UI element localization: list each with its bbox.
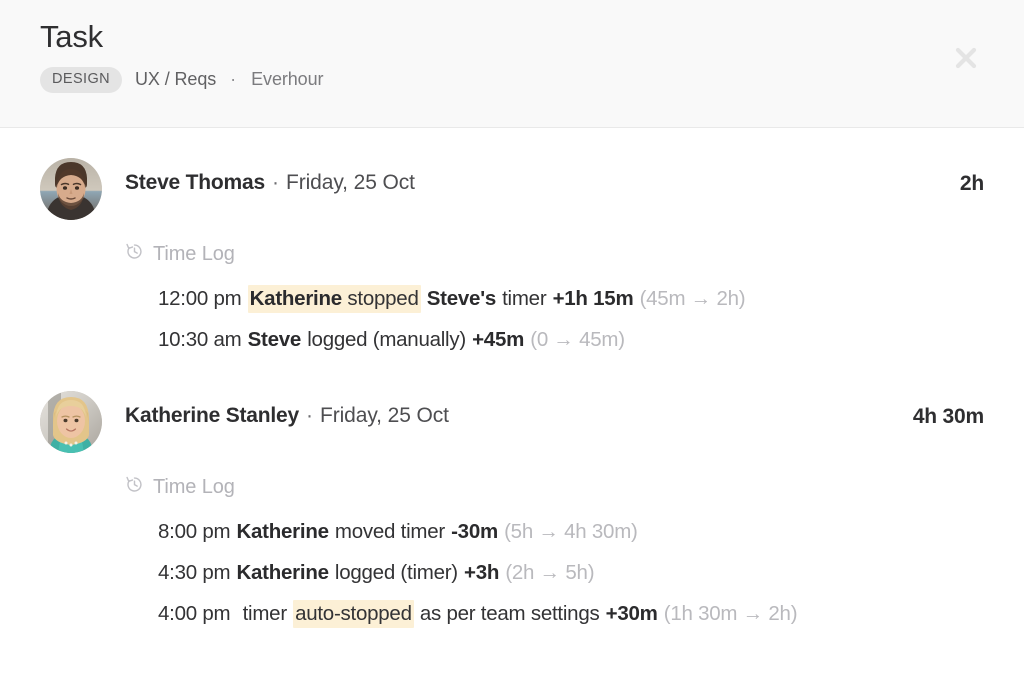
log-transition: (1h 30m → 2h) — [663, 602, 798, 625]
log-line: 8:00 pm Katherine moved timer -30m (5h → 4h … — [158, 511, 984, 552]
arrow-icon: → — [690, 287, 712, 310]
log-from: 2h — [511, 561, 535, 584]
person-line: Katherine Stanley · Friday, 25 Oct — [125, 404, 984, 427]
arrow-icon: → — [538, 520, 559, 543]
time-log-entry: Katherine Stanley · Friday, 25 Oct 4h 30m … — [40, 391, 984, 634]
log-highlight-actor: Katherine — [249, 287, 343, 310]
log-action: as per team settings — [419, 602, 600, 625]
page-title: Task — [40, 19, 103, 54]
time-log-list: Steve Thomas · Friday, 25 Oct 2h Time Log — [0, 128, 1024, 634]
avatar-steve-thomas[interactable] — [40, 158, 102, 220]
log-delta: +30m — [605, 602, 658, 625]
log-delta: +45m — [472, 328, 525, 351]
section-label-time-log: Time Log — [125, 242, 984, 266]
log-from: 45m — [646, 287, 686, 310]
log-actor: Steve — [247, 328, 302, 351]
log-delta: +3h — [464, 561, 500, 584]
entry-header: Katherine Stanley · Friday, 25 Oct 4h 30m — [40, 391, 984, 457]
log-from: 1h 30m — [670, 602, 738, 625]
entry-total-time: 2h — [959, 172, 984, 195]
log-time: 12:00 pm — [158, 287, 242, 310]
log-action: timer — [502, 287, 547, 310]
log-to: 2h — [716, 287, 739, 310]
modal-header: Task DESIGN UX / Reqs · Everhour — [0, 0, 1024, 128]
breadcrumb: DESIGN UX / Reqs · Everhour — [40, 67, 984, 93]
history-icon — [125, 242, 144, 266]
log-transition: (45m → 2h) — [639, 287, 746, 310]
log-time: 4:30 pm — [158, 561, 231, 584]
log-actor: Katherine — [236, 520, 329, 543]
breadcrumb-separator: · — [230, 69, 237, 90]
log-line-list: 12:00 pm Katherine stopped Steve's timer +1h… — [158, 278, 984, 360]
log-time: 10:30 am — [158, 328, 242, 351]
log-line: 4:30 pm Katherine logged (timer) +3h (2h → 5… — [158, 552, 984, 593]
log-to: 2h — [768, 602, 791, 625]
section-label-text: Time Log — [153, 475, 235, 498]
log-prefix: timer — [242, 602, 288, 625]
person-name[interactable]: Steve Thomas — [125, 171, 265, 194]
person-separator: · — [272, 171, 279, 194]
person-separator: · — [306, 404, 313, 427]
task-detail-modal: Task DESIGN UX / Reqs · Everhour Steve T… — [0, 0, 1024, 687]
log-delta: -30m — [451, 520, 498, 543]
log-to: 45m — [579, 328, 619, 351]
log-time: 4:00 pm — [158, 602, 231, 625]
arrow-icon: → — [539, 561, 561, 584]
log-highlight-action: auto-stopped — [295, 602, 412, 625]
log-transition: (0 → 45m) — [530, 328, 625, 351]
log-actor: Katherine — [236, 561, 329, 584]
log-to: 4h 30m — [564, 520, 632, 543]
log-transition: (5h → 4h 30m) — [504, 520, 638, 543]
status-badge[interactable]: DESIGN — [40, 67, 122, 93]
log-time: 8:00 pm — [158, 520, 231, 543]
log-from: 0 — [536, 328, 548, 351]
section-label-text: Time Log — [153, 242, 235, 265]
person-name[interactable]: Katherine Stanley — [125, 404, 299, 427]
entry-total-time: 4h 30m — [912, 405, 984, 428]
entry-date: Friday, 25 Oct — [320, 404, 449, 427]
person-line: Steve Thomas · Friday, 25 Oct — [125, 171, 984, 194]
log-line: 12:00 pm Katherine stopped Steve's timer +1h… — [158, 278, 984, 319]
log-highlight: auto-stopped — [293, 600, 414, 628]
log-actor: Steve's — [426, 287, 496, 310]
log-line: 10:30 am Steve logged (manually) +45m (0 → 4… — [158, 319, 984, 360]
entry-header: Steve Thomas · Friday, 25 Oct 2h — [40, 158, 984, 224]
breadcrumb-source[interactable]: Everhour — [251, 69, 323, 90]
close-button[interactable] — [946, 38, 986, 78]
avatar-katherine-stanley[interactable] — [40, 391, 102, 453]
arrow-icon: → — [553, 328, 574, 351]
entry-header-text: Katherine Stanley · Friday, 25 Oct — [102, 391, 984, 427]
log-action: moved timer — [334, 520, 445, 543]
log-delta: +1h 15m — [552, 287, 634, 310]
history-icon — [125, 475, 144, 499]
log-line-list: 8:00 pm Katherine moved timer -30m (5h → 4h … — [158, 511, 984, 634]
time-log-entry: Steve Thomas · Friday, 25 Oct 2h Time Log — [40, 158, 984, 360]
log-action: logged (manually) — [307, 328, 466, 351]
log-transition: (2h → 5h) — [505, 561, 595, 584]
log-highlight: Katherine stopped — [247, 285, 421, 313]
log-line: 4:00 pm timer auto-stopped as per team sett… — [158, 593, 984, 634]
log-highlight-action: stopped — [347, 287, 419, 310]
breadcrumb-path[interactable]: UX / Reqs — [135, 69, 216, 90]
close-icon — [951, 43, 981, 73]
log-from: 5h — [510, 520, 534, 543]
entry-header-text: Steve Thomas · Friday, 25 Oct — [102, 158, 984, 194]
log-to: 5h — [565, 561, 588, 584]
log-action: logged (timer) — [334, 561, 458, 584]
arrow-icon: → — [742, 602, 764, 625]
section-label-time-log: Time Log — [125, 475, 984, 499]
entry-date: Friday, 25 Oct — [286, 171, 415, 194]
